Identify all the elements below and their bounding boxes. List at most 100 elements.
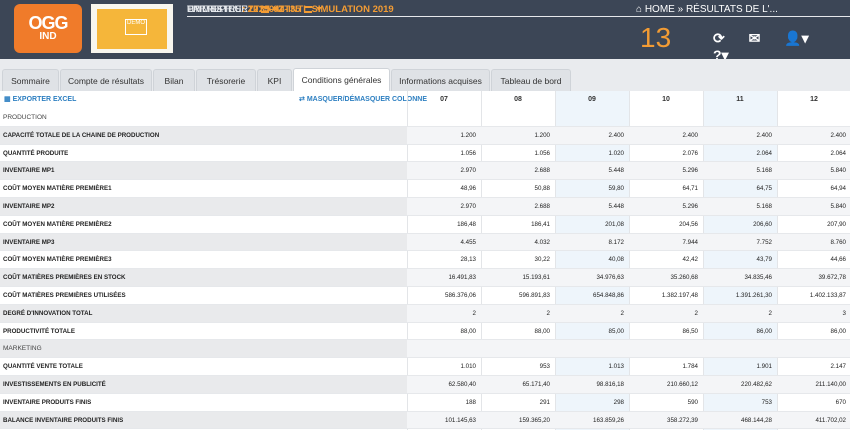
table-cell: 43,79 xyxy=(756,256,772,264)
table-row: INVENTAIRE MP1 2.970 2.688 5.448 5.296 5.168 5… xyxy=(0,162,850,181)
table-cell: 1.391.261,30 xyxy=(735,292,772,299)
breadcrumb-current: RÉSULTATS DE L'... xyxy=(685,4,778,15)
table-cell: 30,22 xyxy=(534,256,550,264)
table-cell: 2.400 xyxy=(608,131,624,139)
table-cell: 163.859,26 xyxy=(593,416,624,424)
row-label: INVENTAIRE MP2 xyxy=(3,203,55,210)
column-header[interactable]: 09 xyxy=(555,91,629,108)
tab-tableau-de-bord[interactable]: Tableau de bord xyxy=(491,69,571,91)
row-label: COÛT MOYEN MATIÈRE PREMIÈRE1 xyxy=(3,185,112,193)
table-cell: 2 xyxy=(472,309,476,317)
column-header[interactable]: 07 xyxy=(407,91,481,108)
tab-compte-de-resultats[interactable]: Compte de résultats xyxy=(60,69,152,91)
table-cell: 101.145,63 xyxy=(445,416,476,424)
table-cell: 5.840 xyxy=(830,203,846,210)
table-cell: 1.010 xyxy=(460,363,476,371)
export-excel-button[interactable]: ▦ EXPORTER EXCEL xyxy=(4,95,76,103)
table-cell: 16.491,83 xyxy=(448,274,476,282)
home-icon[interactable]: ⌂ xyxy=(636,4,642,15)
row-label: COÛT MATIÈRES PREMIÈRES UTILISÉES xyxy=(3,292,126,299)
table-cell: 7.944 xyxy=(682,238,698,246)
table-cell: 28,13 xyxy=(460,256,476,264)
top-header: OGG IND DEMO PARTIE: 2019044-INTL SIMULA… xyxy=(0,0,850,63)
column-header[interactable]: 11 xyxy=(703,91,777,108)
ogg-logo[interactable]: OGG IND xyxy=(14,4,82,53)
row-label: INVENTAIRE MP3 xyxy=(3,238,55,246)
table-cell: 40,08 xyxy=(608,256,624,264)
column-header[interactable]: 08 xyxy=(481,91,555,108)
column-header[interactable]: 10 xyxy=(629,91,703,108)
tab-kpi[interactable]: KPI xyxy=(257,69,292,91)
table-cell: 8.760 xyxy=(830,238,846,246)
table-cell: 298 xyxy=(613,398,624,406)
table-cell: 1.200 xyxy=(460,131,476,139)
table-row: COÛT MOYEN MATIÈRE PREMIÈRE3 28,13 30,22 40… xyxy=(0,251,850,270)
table-cell: 2.970 xyxy=(460,167,476,175)
section-row: PRODUCTION xyxy=(0,109,850,127)
table-cell: 186,48 xyxy=(457,220,476,228)
tab-informations-acquises[interactable]: Informations acquises xyxy=(391,69,490,91)
table-cell: 4.455 xyxy=(460,238,476,246)
trimestre-select[interactable]: : 12 xyxy=(242,4,258,15)
table-cell: 201,08 xyxy=(605,220,624,228)
row-label: INVENTAIRE MP1 xyxy=(3,167,55,175)
mail-icon[interactable]: ✉ xyxy=(749,30,761,47)
table-row: COÛT MATIÈRES PREMIÈRES EN STOCK 16.491,8… xyxy=(0,269,850,287)
table-cell: 8.172 xyxy=(608,238,624,246)
turn-counter: 13 xyxy=(640,22,672,53)
chevron-down-icon[interactable] xyxy=(273,7,280,12)
tab-bilan[interactable]: Bilan xyxy=(153,69,195,91)
table-row: INVENTAIRE PRODUITS FINIS 188 291 298 590 753… xyxy=(0,394,850,412)
table-row: BALANCE INVENTAIRE PRODUITS FINIS 101.145… xyxy=(0,411,850,430)
trimestre-label: TRIMESTRE xyxy=(187,4,242,15)
tab-bar: Sommaire Compte de résultats Bilan Tréso… xyxy=(0,59,850,91)
table-row: INVENTAIRE MP3 4.455 4.032 8.172 7.944 7.752 8… xyxy=(0,233,850,252)
table-cell: 411.702,02 xyxy=(815,416,846,424)
table-cell: 34.835,46 xyxy=(744,274,772,282)
refresh-icon[interactable]: ⟳ xyxy=(713,30,725,47)
home-link[interactable]: HOME xyxy=(645,4,675,15)
table-cell: 2.970 xyxy=(460,203,476,210)
table-row: COÛT MATIÈRES PREMIÈRES UTILISÉES 586.376… xyxy=(0,287,850,305)
table-row: QUANTITÉ VENTE TOTALE 1.010 953 1.013 1.784 1… xyxy=(0,358,850,376)
table-cell: 88,00 xyxy=(460,327,476,335)
table-cell: 59,80 xyxy=(608,185,624,193)
demo-tag: DEMO xyxy=(125,19,147,35)
table-cell: 211.140,00 xyxy=(815,381,846,388)
table-cell: 4.032 xyxy=(534,238,550,246)
breadcrumb: ⌂ HOME » RÉSULTATS DE L'... xyxy=(636,4,778,15)
tab-conditions-generales[interactable]: Conditions générales xyxy=(293,68,390,91)
table-cell: 39.672,78 xyxy=(818,274,846,282)
logo-subtext: IND xyxy=(39,31,57,42)
row-label-background xyxy=(0,198,407,215)
table-cell: 35.260,68 xyxy=(670,274,698,282)
table-cell: 468.144,28 xyxy=(741,416,772,424)
logo-text: OGG xyxy=(28,13,68,33)
row-label: COÛT MOYEN MATIÈRE PREMIÈRE2 xyxy=(3,220,112,228)
table-row: COÛT MOYEN MATIÈRE PREMIÈRE1 48,96 50,88 59… xyxy=(0,180,850,198)
tab-sommaire[interactable]: Sommaire xyxy=(2,69,59,91)
table-cell: 188 xyxy=(465,398,476,406)
table-cell: 590 xyxy=(687,398,698,406)
row-label: COÛT MOYEN MATIÈRE PREMIÈRE3 xyxy=(3,256,112,264)
table-cell: 2.400 xyxy=(682,131,698,139)
table-cell: 2.076 xyxy=(682,149,698,157)
list-icon xyxy=(261,5,270,13)
table-row: QUANTITÉ PRODUITE 1.056 1.056 1.020 2.076 2.0… xyxy=(0,145,850,163)
column-header[interactable]: 12 xyxy=(777,91,850,108)
table-cell: 2.064 xyxy=(830,149,846,157)
table-cell: 1.056 xyxy=(534,149,550,157)
row-label: INVESTISSEMENTS EN PUBLICITÉ xyxy=(3,381,106,388)
table-cell: 654.848,86 xyxy=(593,292,624,299)
table-cell: 64,75 xyxy=(756,185,772,193)
table-cell: 5.448 xyxy=(608,167,624,175)
user-icon[interactable]: 👤▾ xyxy=(784,30,808,47)
table-cell: 220.482,62 xyxy=(741,381,772,388)
table-cell: 86,50 xyxy=(682,327,698,335)
table-cell: 15.193,61 xyxy=(522,274,550,282)
table-cell: 1.901 xyxy=(756,363,772,371)
table-cell: 86,00 xyxy=(830,327,846,335)
table-cell: 204,56 xyxy=(679,220,698,228)
tab-tresorerie[interactable]: Trésorerie xyxy=(196,69,256,91)
table-cell: 2.688 xyxy=(534,167,550,175)
